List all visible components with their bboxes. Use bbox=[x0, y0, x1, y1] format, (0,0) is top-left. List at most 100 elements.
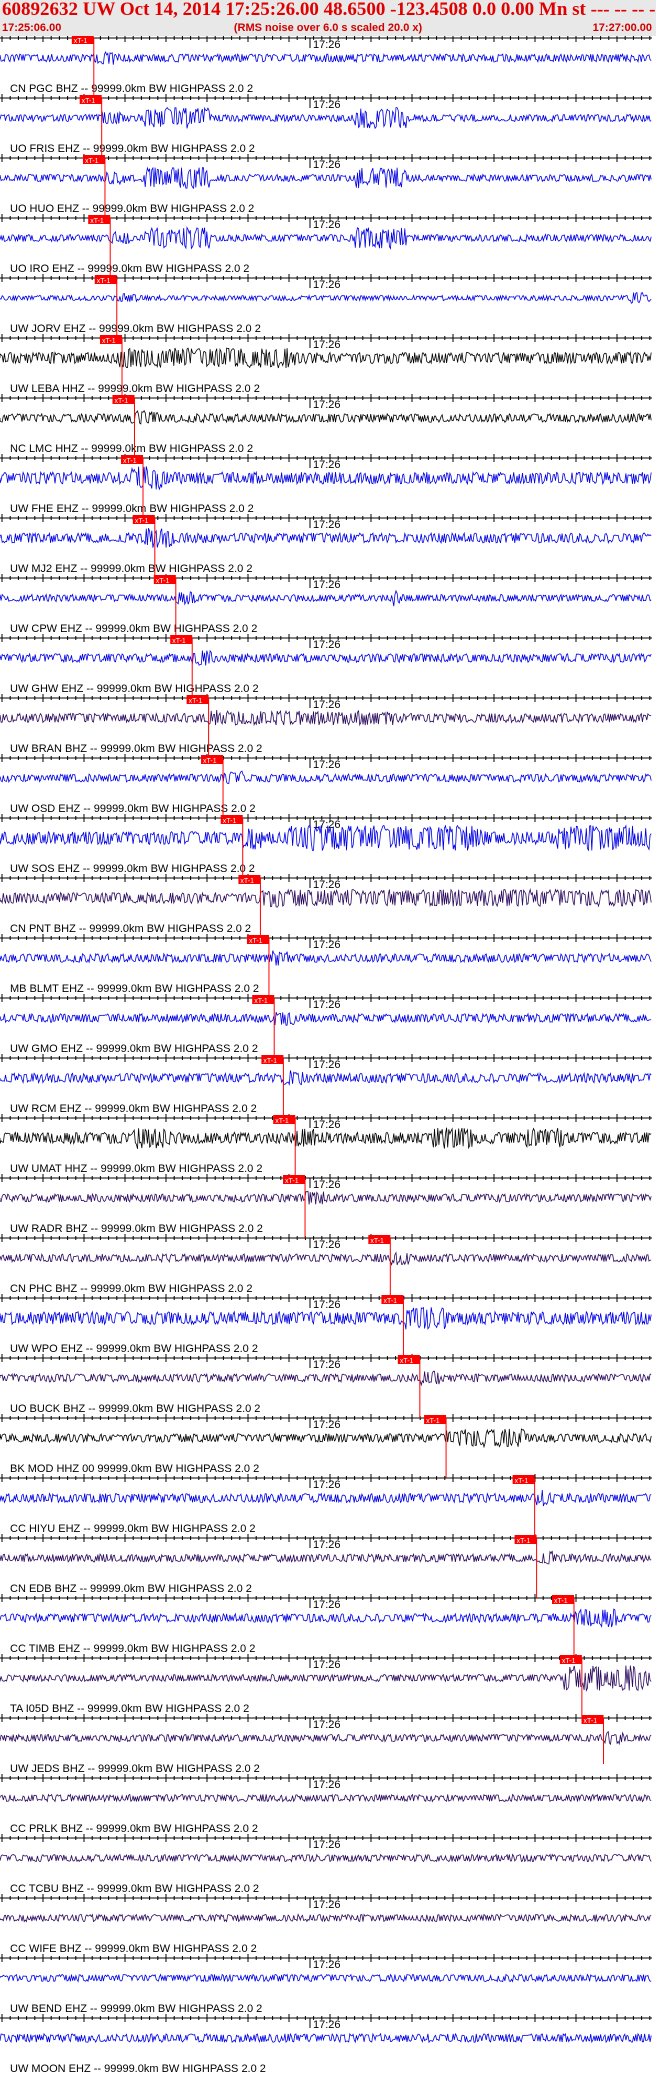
pick-flag-label: xT-1 bbox=[383, 1298, 397, 1305]
pick-flag-label: xT-1 bbox=[123, 458, 137, 465]
pick-flag-label: xT-1 bbox=[554, 1598, 568, 1605]
pick-flag-label: xT-1 bbox=[584, 1718, 598, 1725]
minute-tick-label: 17:26 bbox=[313, 39, 341, 51]
minute-tick-label: 17:26 bbox=[313, 1359, 341, 1371]
minute-tick-label: 17:26 bbox=[313, 219, 341, 231]
pick-flag-label: xT-1 bbox=[285, 1178, 299, 1185]
header-bar: 60892632 UW Oct 14, 2014 17:25:26.00 48.… bbox=[0, 0, 656, 36]
minute-tick-label: 17:26 bbox=[313, 1119, 341, 1131]
minute-tick-label: 17:26 bbox=[313, 1839, 341, 1851]
waveform-trace bbox=[0, 1913, 652, 1923]
waveform-trace bbox=[0, 1608, 652, 1628]
minute-tick-label: 17:26 bbox=[313, 1419, 341, 1431]
pick-flag-label: xT-1 bbox=[85, 158, 99, 165]
channel-label: CN EDB BHZ -- 99999.0km BW HIGHPASS 2.0 … bbox=[10, 1583, 252, 1595]
channel-row: 17:26 CC TCBU BHZ -- 99999.0km BW HIGHPAS… bbox=[0, 1834, 652, 1895]
channel-label: UW OSD EHZ -- 99999.0km BW HIGHPASS 2.0 … bbox=[10, 803, 256, 815]
minute-tick-label: 17:26 bbox=[313, 639, 341, 651]
waveform-trace bbox=[0, 50, 652, 65]
waveform-trace bbox=[0, 1370, 652, 1387]
pick-flag-label: xT-1 bbox=[97, 278, 111, 285]
channel-label: CN PHC BHZ -- 99999.0km BW HIGHPASS 2.0 … bbox=[10, 1283, 252, 1295]
minute-tick-label: 17:26 bbox=[313, 999, 341, 1011]
channel-label: UW GHW EHZ -- 99999.0km BW HIGHPASS 2.0 … bbox=[10, 683, 259, 695]
channel-label: UW RADR BHZ -- 99999.0km BW HIGHPASS 2.0… bbox=[10, 1223, 263, 1235]
waveform-trace bbox=[0, 1973, 652, 1983]
channel-label: MB BLMT EHZ -- 99999.0km BW HIGHPASS 2.0… bbox=[10, 983, 259, 995]
channel-label: UO FRIS EHZ -- 99999.0km BW HIGHPASS 2.0… bbox=[10, 143, 255, 155]
channel-label: NC LMC HHZ -- 99999.0km BW HIGHPASS 2.0 … bbox=[10, 443, 253, 455]
time-row: 17:25:06.00 (RMS noise over 6.0 s scaled… bbox=[0, 20, 656, 36]
minute-tick-label: 17:26 bbox=[313, 519, 341, 531]
waveform-trace bbox=[0, 649, 652, 666]
waveform-trace bbox=[0, 291, 652, 304]
waveform-trace bbox=[0, 950, 652, 966]
pick-flag-label: xT-1 bbox=[172, 638, 186, 645]
channel-label: UW MJ2 EHZ -- 99999.0km BW HIGHPASS 2.0 … bbox=[10, 563, 252, 575]
pick-flag-label: xT-1 bbox=[370, 1238, 384, 1245]
minute-tick-label: 17:26 bbox=[313, 1959, 341, 1971]
channel-label: CN PNT BHZ -- 99999.0km BW HIGHPASS 2.0 … bbox=[10, 923, 251, 935]
waveform-trace bbox=[0, 347, 652, 369]
pick-flag-label: xT-1 bbox=[515, 1478, 529, 1485]
waveform-trace bbox=[0, 2032, 652, 2044]
waveform-trace bbox=[0, 528, 652, 548]
channel-row: 17:26 CN PGC BHZ -- 99999.0km BW HIGHPASS… bbox=[0, 36, 652, 95]
channel-label: UW CPW EHZ -- 99999.0km BW HIGHPASS 2.0 … bbox=[10, 623, 257, 635]
waveform-trace bbox=[0, 1730, 652, 1746]
channel-label: UW BRAN BHZ -- 99999.0km BW HIGHPASS 2.0… bbox=[10, 743, 262, 755]
minute-tick-label: 17:26 bbox=[313, 1899, 341, 1911]
pick-flag-label: xT-1 bbox=[517, 1538, 531, 1545]
pick-flag-label: xT-1 bbox=[426, 1418, 440, 1425]
pick-flag-label: xT-1 bbox=[90, 218, 104, 225]
pick-flag-label: xT-1 bbox=[135, 518, 149, 525]
minute-tick-label: 17:26 bbox=[313, 399, 341, 411]
channel-label: CC PRLK BHZ -- 99999.0km BW HIGHPASS 2.0… bbox=[10, 1823, 258, 1835]
end-time: 17:27:00.00 bbox=[592, 22, 652, 34]
minute-tick-label: 17:26 bbox=[313, 1779, 341, 1791]
minute-tick-label: 17:26 bbox=[313, 1479, 341, 1491]
channel-label: UO IRO EHZ -- 99999.0km BW HIGHPASS 2.0 … bbox=[10, 263, 249, 275]
channel-row: 17:26 CC PRLK BHZ -- 99999.0km BW HIGHPAS… bbox=[0, 1774, 652, 1835]
channel-row: 17:26 CC WIFE BHZ -- 99999.0km BW HIGHPAS… bbox=[0, 1894, 652, 1955]
channel-label: UW SOS EHZ -- 99999.0km BW HIGHPASS 2.0 … bbox=[10, 863, 255, 875]
seismogram-plot: 17:26 CN PGC BHZ -- 99999.0km BW HIGHPASS… bbox=[0, 36, 652, 2075]
channel-label: UW GMO EHZ -- 99999.0km BW HIGHPASS 2.0 … bbox=[10, 1043, 258, 1055]
waveform-trace bbox=[0, 589, 652, 607]
waveform-trace bbox=[0, 1190, 652, 1205]
waveform-trace bbox=[0, 1793, 652, 1803]
waveform-trace bbox=[0, 888, 652, 908]
pick-flag-label: xT-1 bbox=[114, 398, 128, 405]
channel-label: CC WIFE BHZ -- 99999.0km BW HIGHPASS 2.0… bbox=[10, 1943, 257, 1955]
waveform-trace bbox=[0, 1428, 652, 1449]
pick-flag-label: xT-1 bbox=[102, 338, 116, 345]
waveform-trace bbox=[0, 1251, 652, 1267]
waveform-trace bbox=[0, 410, 652, 425]
minute-tick-label: 17:26 bbox=[313, 699, 341, 711]
waveform-trace bbox=[0, 1550, 652, 1565]
minute-tick-label: 17:26 bbox=[313, 159, 341, 171]
channel-label: UW WPO EHZ -- 99999.0km BW HIGHPASS 2.0 … bbox=[10, 1343, 258, 1355]
channel-label: UW RCM EHZ -- 99999.0km BW HIGHPASS 2.0 … bbox=[10, 1103, 257, 1115]
pick-flag-label: xT-1 bbox=[249, 938, 263, 945]
channel-label: UW LEBA HHZ -- 99999.0km BW HIGHPASS 2.0… bbox=[10, 383, 260, 395]
waveform-trace bbox=[0, 1070, 652, 1086]
pick-flag-label: xT-1 bbox=[189, 698, 203, 705]
pick-flag-label: xT-1 bbox=[254, 998, 268, 1005]
channel-label: UW BEND EHZ -- 99999.0km BW HIGHPASS 2.0… bbox=[10, 2003, 262, 2015]
channel-row: 17:26 UW BEND EHZ -- 99999.0km BW HIGHPAS… bbox=[0, 1954, 652, 2015]
waveform-trace bbox=[0, 1853, 652, 1863]
minute-tick-label: 17:26 bbox=[313, 1059, 341, 1071]
pick-flag-label: xT-1 bbox=[263, 1058, 277, 1065]
channel-label: CC TCBU BHZ -- 99999.0km BW HIGHPASS 2.0… bbox=[10, 1883, 259, 1895]
pick-flag-label: xT-1 bbox=[156, 578, 170, 585]
channel-label: UW JORV EHZ -- 99999.0km BW HIGHPASS 2.0… bbox=[10, 323, 261, 335]
channel-label: CC HIYU EHZ -- 99999.0km BW HIGHPASS 2.0… bbox=[10, 1523, 256, 1535]
pick-flag-label: xT-1 bbox=[400, 1358, 414, 1365]
pick-flag-label: xT-1 bbox=[223, 818, 237, 825]
channel-label: UO BUCK BHZ -- 99999.0km BW HIGHPASS 2.0… bbox=[10, 1403, 260, 1415]
channel-label: TA I05D BHZ -- 99999.0km BW HIGHPASS 2.0… bbox=[10, 1703, 249, 1715]
channel-label: CN PGC BHZ -- 99999.0km BW HIGHPASS 2.0 … bbox=[10, 83, 253, 95]
waveform-trace bbox=[0, 709, 652, 727]
minute-tick-label: 17:26 bbox=[313, 879, 341, 891]
